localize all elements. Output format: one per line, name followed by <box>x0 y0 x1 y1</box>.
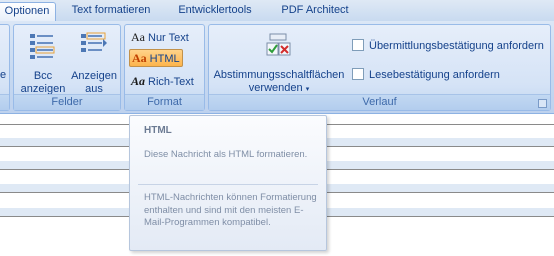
group-verlauf: Abstimmungsschaltflächen verwenden ▾ Übe… <box>208 24 551 111</box>
tab-text-formatieren[interactable]: Text formatieren <box>60 2 162 21</box>
bcc-show-button[interactable]: Bcc anzeigen <box>18 29 68 95</box>
from-show-button[interactable]: Anzeigen aus <box>68 29 120 95</box>
dialog-launcher-icon[interactable] <box>538 99 547 108</box>
tab-entwicklertools[interactable]: Entwicklertools <box>166 2 264 21</box>
group-label-felder: Felder <box>14 94 120 110</box>
voting-buttons-button[interactable]: Abstimmungsschaltflächen verwenden ▾ <box>211 29 347 94</box>
group-label-verlauf: Verlauf <box>209 94 550 110</box>
group-label-format: Format <box>125 94 204 110</box>
dropdown-arrow-icon: ▾ <box>305 86 310 93</box>
format-plain-text-button[interactable]: Aa Nur Text <box>129 28 203 46</box>
html-tooltip: HTML Diese Nachricht als HTML formatiere… <box>129 115 327 251</box>
group-cutoff: e <box>0 24 10 111</box>
plain-text-label: Nur Text <box>148 32 189 44</box>
cutoff-label: e <box>0 69 7 81</box>
ribbon: e Bcc anzeigen Anzeigen aus Felder Aa Nu… <box>0 21 554 114</box>
tooltip-separator <box>138 184 318 185</box>
tooltip-text-1: Diese Nachricht als HTML formatieren. <box>144 149 308 160</box>
format-rich-text-button[interactable]: Aa Rich-Text <box>129 72 203 90</box>
delivery-receipt-checkbox[interactable]: Übermittlungsbestätigung anfordern <box>352 39 544 53</box>
read-receipt-box[interactable] <box>352 68 364 80</box>
read-receipt-label: Lesebestätigung anfordern <box>369 69 500 81</box>
rich-text-icon: Aa <box>131 74 146 88</box>
group-format: Aa Nur Text Aa HTML Aa Rich-Text Format <box>124 24 205 111</box>
from-field-icon <box>81 32 107 52</box>
delivery-receipt-box[interactable] <box>352 39 364 51</box>
tab-pdf-architect[interactable]: PDF Architect <box>268 2 362 21</box>
group-label <box>0 94 9 110</box>
html-icon: Aa <box>132 51 147 65</box>
tooltip-text-2: HTML-Nachrichten können Formatierung ent… <box>144 192 317 228</box>
tab-label: Optionen <box>4 5 50 17</box>
tab-optionen[interactable]: Optionen <box>0 2 56 22</box>
group-felder: Bcc anzeigen Anzeigen aus Felder <box>13 24 121 111</box>
tooltip-title: HTML <box>144 125 172 136</box>
delivery-receipt-label: Übermittlungsbestätigung anfordern <box>369 40 544 52</box>
format-html-button[interactable]: Aa HTML <box>129 49 183 67</box>
voting-icon <box>266 33 291 56</box>
read-receipt-checkbox[interactable]: Lesebestätigung anfordern <box>352 68 500 82</box>
voting-label-1: Abstimmungsschaltflächen <box>213 69 345 81</box>
tab-label: Text formatieren <box>71 4 151 16</box>
tab-label: Entwicklertools <box>178 4 252 16</box>
bcc-label-1: Bcc <box>33 70 53 82</box>
bcc-field-icon <box>30 34 55 59</box>
voting-label-2-text: verwenden <box>248 82 303 94</box>
from-label-1: Anzeigen <box>71 70 117 82</box>
html-label: HTML <box>149 53 180 65</box>
plain-text-icon: Aa <box>131 30 145 44</box>
tab-label: PDF Architect <box>281 4 349 16</box>
ribbon-tab-strip: Optionen Text formatieren Entwicklertool… <box>0 0 554 22</box>
rich-text-label: Rich-Text <box>148 76 194 88</box>
